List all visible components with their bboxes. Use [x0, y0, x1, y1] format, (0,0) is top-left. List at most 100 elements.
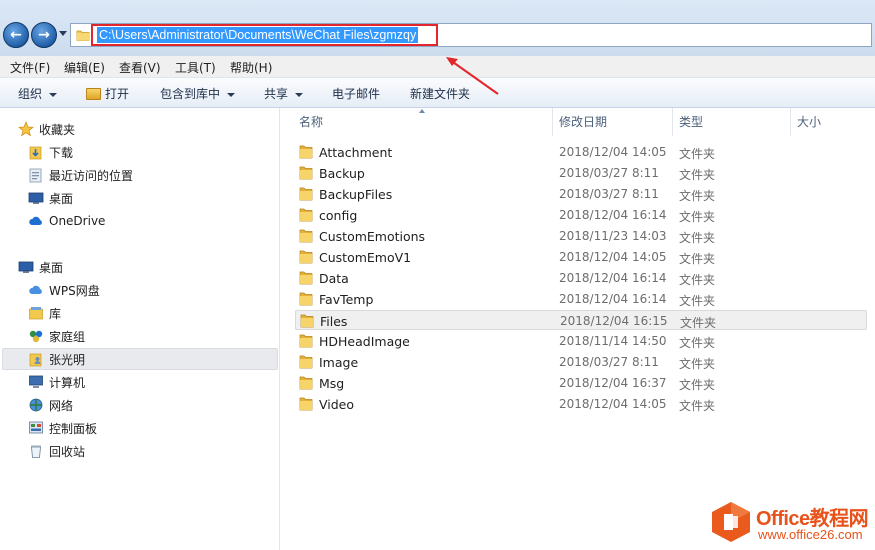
folder-icon	[299, 376, 313, 390]
file-date: 2018/12/04 16:14	[559, 208, 667, 222]
file-list-pane: 名称 修改日期 类型 大小 Attachment 2018/12/04 14:05…	[281, 108, 875, 550]
nav-item-label: 最近访问的位置	[49, 168, 134, 183]
file-row[interactable]: BackupFiles 2018/03/27 8:11 文件夹	[295, 184, 867, 204]
file-name: CustomEmotions	[319, 229, 426, 244]
file-row[interactable]: CustomEmotions 2018/11/23 14:03 文件夹	[295, 226, 867, 246]
file-row[interactable]: Backup 2018/03/27 8:11 文件夹	[295, 163, 867, 183]
nav-favorites-header[interactable]: 收藏夹	[18, 118, 294, 140]
email-button[interactable]: 电子邮件	[332, 85, 380, 102]
nav-item-libraries[interactable]: 库	[28, 302, 304, 324]
organize-button[interactable]: 组织	[18, 85, 58, 102]
share-button[interactable]: 共享	[264, 85, 304, 102]
chevron-down-icon	[295, 92, 304, 97]
file-date: 2018/12/04 16:14	[559, 292, 667, 306]
menu-file[interactable]: 文件(F)	[10, 59, 50, 76]
file-row[interactable]: HDHeadImage 2018/11/14 14:50 文件夹	[295, 331, 867, 351]
file-row[interactable]: Image 2018/03/27 8:11 文件夹	[295, 352, 867, 372]
nav-favorites-label: 收藏夹	[39, 122, 76, 137]
file-type: 文件夹	[679, 147, 716, 161]
address-bar[interactable]: C:\Users\Administrator\Documents\WeChat …	[70, 23, 872, 47]
folder-icon	[299, 397, 313, 411]
file-date: 2018/03/27 8:11	[559, 166, 659, 180]
file-type: 文件夹	[679, 357, 716, 371]
file-row[interactable]: Attachment 2018/12/04 14:05 文件夹	[295, 142, 867, 162]
nav-item-recycle-bin[interactable]: 回收站	[28, 440, 304, 462]
nav-item-downloads[interactable]: 下载	[28, 141, 304, 163]
open-button[interactable]: 打开	[86, 85, 129, 102]
include-in-library-label: 包含到库中	[160, 87, 221, 101]
nav-item-computer[interactable]: 计算机	[28, 371, 304, 393]
include-in-library-button[interactable]: 包含到库中	[160, 85, 236, 102]
file-type: 文件夹	[679, 273, 716, 287]
nav-item-recent-places[interactable]: 最近访问的位置	[28, 164, 304, 186]
watermark-url: www.office26.com	[758, 527, 863, 542]
forward-button[interactable]: →	[31, 22, 57, 48]
nav-desktop-header[interactable]: 桌面	[18, 256, 294, 278]
file-row[interactable]: Files 2018/12/04 16:15 文件夹	[295, 310, 867, 330]
file-date: 2018/12/04 14:05	[559, 145, 667, 159]
cloud-icon	[29, 216, 42, 225]
file-date: 2018/12/04 16:37	[559, 376, 667, 390]
nav-item-onedrive[interactable]: OneDrive	[28, 210, 304, 232]
annotation-arrow	[446, 57, 499, 95]
file-row[interactable]: CustomEmoV1 2018/12/04 14:05 文件夹	[295, 247, 867, 267]
file-row[interactable]: Video 2018/12/04 14:05 文件夹	[295, 394, 867, 414]
back-button[interactable]: ←	[3, 22, 29, 48]
column-header-date[interactable]: 修改日期	[553, 108, 673, 136]
file-name: BackupFiles	[319, 187, 393, 202]
nav-item-user-folder[interactable]: 张光明	[2, 348, 278, 370]
nav-item-label: 下载	[49, 145, 74, 160]
nav-item-network[interactable]: 网络	[28, 394, 304, 416]
nav-desktop-label: 桌面	[39, 260, 64, 275]
menu-view[interactable]: 查看(V)	[119, 59, 161, 76]
column-header-size[interactable]: 大小	[791, 108, 875, 136]
recent-pages-dropdown[interactable]	[59, 31, 67, 36]
menu-edit[interactable]: 编辑(E)	[64, 59, 105, 76]
library-icon	[29, 307, 43, 320]
nav-item-desktop-fav[interactable]: 桌面	[28, 187, 304, 209]
file-date: 2018/12/04 14:05	[559, 250, 667, 264]
file-type: 文件夹	[679, 231, 716, 245]
folder-icon	[299, 208, 313, 222]
folder-icon	[300, 314, 314, 328]
file-type: 文件夹	[679, 399, 716, 413]
arrow-right-icon: →	[38, 27, 50, 43]
cloud-icon	[29, 285, 42, 294]
chevron-down-icon	[49, 92, 58, 97]
column-header-name[interactable]: 名称	[293, 108, 553, 136]
nav-item-wps-cloud[interactable]: WPS网盘	[28, 279, 304, 301]
column-header-type[interactable]: 类型	[673, 108, 791, 136]
folder-icon	[299, 250, 313, 264]
file-row[interactable]: Data 2018/12/04 16:14 文件夹	[295, 268, 867, 288]
file-name: FavTemp	[319, 292, 374, 307]
file-row[interactable]: Msg 2018/12/04 16:37 文件夹	[295, 373, 867, 393]
file-date: 2018/11/14 14:50	[559, 334, 667, 348]
nav-item-homegroup[interactable]: 家庭组	[28, 325, 304, 347]
folder-icon	[299, 355, 313, 369]
folder-icon	[299, 292, 313, 306]
nav-item-label: 张光明	[49, 352, 86, 367]
file-name: CustomEmoV1	[319, 250, 412, 265]
open-folder-icon	[86, 88, 101, 100]
folder-icon	[299, 334, 313, 348]
file-type: 文件夹	[679, 336, 716, 350]
file-row[interactable]: config 2018/12/04 16:14 文件夹	[295, 205, 867, 225]
network-icon	[29, 398, 43, 412]
file-row[interactable]: FavTemp 2018/12/04 16:14 文件夹	[295, 289, 867, 309]
file-date: 2018/12/04 16:15	[560, 314, 668, 328]
file-name: Msg	[319, 376, 345, 391]
file-date: 2018/03/27 8:11	[559, 187, 659, 201]
address-path-text[interactable]: C:\Users\Administrator\Documents\WeChat …	[97, 27, 419, 43]
desktop-icon	[18, 261, 34, 273]
file-type: 文件夹	[679, 252, 716, 266]
file-name: Image	[319, 355, 359, 370]
nav-item-label: 控制面板	[49, 421, 98, 436]
menu-tools[interactable]: 工具(T)	[175, 59, 216, 76]
folder-icon	[299, 145, 313, 159]
nav-item-control-panel[interactable]: 控制面板	[28, 417, 304, 439]
recent-places-icon	[29, 168, 42, 183]
menu-help[interactable]: 帮助(H)	[230, 59, 272, 76]
column-header-row: 名称 修改日期 类型 大小	[281, 108, 875, 136]
file-type: 文件夹	[679, 294, 716, 308]
folder-icon	[299, 166, 313, 180]
